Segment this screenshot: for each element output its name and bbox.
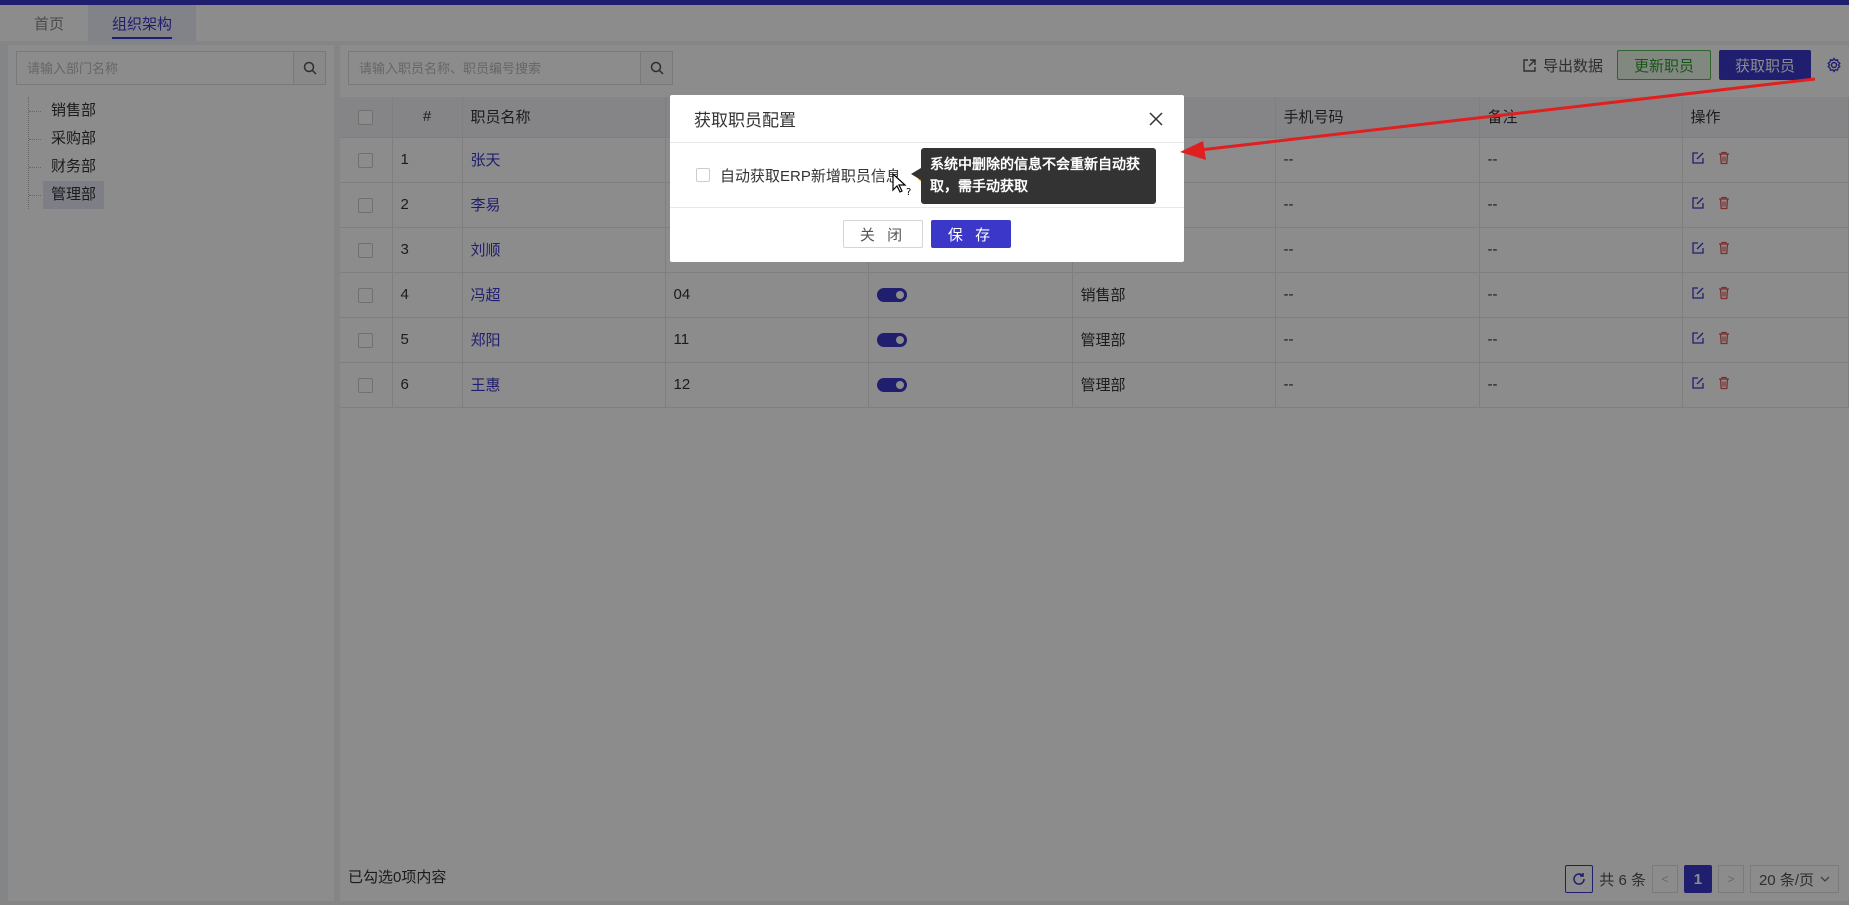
close-icon (1149, 111, 1163, 126)
dialog-header: 获取职员配置 (670, 95, 1184, 143)
help-tooltip: 系统中删除的信息不会重新自动获取，需手动获取 (911, 148, 1156, 204)
pointer-cursor-icon: ? (891, 172, 915, 201)
svg-text:?: ? (906, 187, 911, 197)
dialog-title: 获取职员配置 (694, 111, 796, 130)
auto-fetch-checkbox[interactable] (696, 168, 710, 182)
dialog-save-button[interactable]: 保 存 (931, 220, 1011, 248)
dialog-close-button[interactable] (1144, 107, 1168, 131)
auto-fetch-label: 自动获取ERP新增职员信息 (720, 167, 901, 185)
dialog-footer: 关 闭 保 存 (670, 208, 1184, 260)
dialog-cancel-button[interactable]: 关 闭 (843, 220, 923, 248)
